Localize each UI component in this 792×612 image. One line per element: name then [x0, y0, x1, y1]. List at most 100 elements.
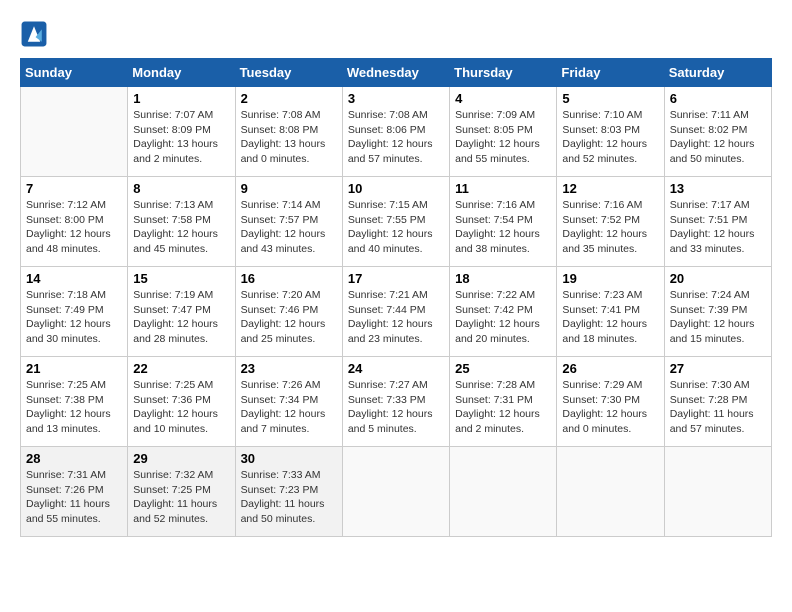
- day-number: 9: [241, 181, 337, 196]
- day-number: 21: [26, 361, 122, 376]
- calendar-cell: [342, 447, 449, 537]
- calendar-cell: 21 Sunrise: 7:25 AM Sunset: 7:38 PM Dayli…: [21, 357, 128, 447]
- day-number: 17: [348, 271, 444, 286]
- day-number: 20: [670, 271, 766, 286]
- day-info: Sunrise: 7:32 AM Sunset: 7:25 PM Dayligh…: [133, 468, 229, 527]
- calendar-cell: 13Sunrise: 7:17 AM Sunset: 7:51 PM Dayli…: [664, 177, 771, 267]
- logo-icon: [20, 20, 48, 48]
- day-info: Sunrise: 7:14 AM Sunset: 7:57 PM Dayligh…: [241, 198, 337, 257]
- calendar-cell: 14 Sunrise: 7:18 AM Sunset: 7:49 PM Dayli…: [21, 267, 128, 357]
- calendar-cell: [450, 447, 557, 537]
- day-number: 28: [26, 451, 122, 466]
- day-number: 1: [133, 91, 229, 106]
- calendar-cell: 8Sunrise: 7:13 AM Sunset: 7:58 PM Daylig…: [128, 177, 235, 267]
- calendar-week-row: 7 Sunrise: 7:12 AM Sunset: 8:00 PM Daylig…: [21, 177, 772, 267]
- day-info: Sunrise: 7:17 AM Sunset: 7:51 PM Dayligh…: [670, 198, 766, 257]
- day-number: 4: [455, 91, 551, 106]
- day-info: Sunrise: 7:20 AM Sunset: 7:46 PM Dayligh…: [241, 288, 337, 347]
- calendar-cell: 16Sunrise: 7:20 AM Sunset: 7:46 PM Dayli…: [235, 267, 342, 357]
- day-info: Sunrise: 7:08 AM Sunset: 8:08 PM Dayligh…: [241, 108, 337, 167]
- day-info: Sunrise: 7:21 AM Sunset: 7:44 PM Dayligh…: [348, 288, 444, 347]
- day-number: 15: [133, 271, 229, 286]
- day-number: 25: [455, 361, 551, 376]
- day-number: 26: [562, 361, 658, 376]
- day-number: 23: [241, 361, 337, 376]
- calendar-header-wednesday: Wednesday: [342, 59, 449, 87]
- day-number: 11: [455, 181, 551, 196]
- day-info: Sunrise: 7:23 AM Sunset: 7:41 PM Dayligh…: [562, 288, 658, 347]
- day-number: 19: [562, 271, 658, 286]
- calendar-cell: 6 Sunrise: 7:11 AM Sunset: 8:02 PM Daylig…: [664, 87, 771, 177]
- day-info: Sunrise: 7:33 AM Sunset: 7:23 PM Dayligh…: [241, 468, 337, 527]
- day-info: Sunrise: 7:16 AM Sunset: 7:52 PM Dayligh…: [562, 198, 658, 257]
- day-info: Sunrise: 7:25 AM Sunset: 7:38 PM Dayligh…: [26, 378, 122, 437]
- calendar-cell: 22 Sunrise: 7:25 AM Sunset: 7:36 PM Dayli…: [128, 357, 235, 447]
- day-info: Sunrise: 7:13 AM Sunset: 7:58 PM Dayligh…: [133, 198, 229, 257]
- day-number: 2: [241, 91, 337, 106]
- calendar-header-thursday: Thursday: [450, 59, 557, 87]
- day-info: Sunrise: 7:15 AM Sunset: 7:55 PM Dayligh…: [348, 198, 444, 257]
- calendar-cell: 20 Sunrise: 7:24 AM Sunset: 7:39 PM Dayli…: [664, 267, 771, 357]
- day-number: 24: [348, 361, 444, 376]
- calendar-cell: 19 Sunrise: 7:23 AM Sunset: 7:41 PM Dayli…: [557, 267, 664, 357]
- calendar-header-row: SundayMondayTuesdayWednesdayThursdayFrid…: [21, 59, 772, 87]
- day-info: Sunrise: 7:16 AM Sunset: 7:54 PM Dayligh…: [455, 198, 551, 257]
- day-number: 22: [133, 361, 229, 376]
- calendar-cell: 28 Sunrise: 7:31 AM Sunset: 7:26 PM Dayli…: [21, 447, 128, 537]
- day-number: 12: [562, 181, 658, 196]
- calendar-cell: [664, 447, 771, 537]
- calendar-header-sunday: Sunday: [21, 59, 128, 87]
- calendar-week-row: 1 Sunrise: 7:07 AM Sunset: 8:09 PM Daylig…: [21, 87, 772, 177]
- day-info: Sunrise: 7:08 AM Sunset: 8:06 PM Dayligh…: [348, 108, 444, 167]
- logo: [20, 20, 52, 48]
- calendar-cell: [21, 87, 128, 177]
- day-info: Sunrise: 7:19 AM Sunset: 7:47 PM Dayligh…: [133, 288, 229, 347]
- calendar-header-monday: Monday: [128, 59, 235, 87]
- calendar-cell: 12 Sunrise: 7:16 AM Sunset: 7:52 PM Dayli…: [557, 177, 664, 267]
- day-info: Sunrise: 7:31 AM Sunset: 7:26 PM Dayligh…: [26, 468, 122, 527]
- calendar-week-row: 21 Sunrise: 7:25 AM Sunset: 7:38 PM Dayli…: [21, 357, 772, 447]
- calendar-cell: 3 Sunrise: 7:08 AM Sunset: 8:06 PM Daylig…: [342, 87, 449, 177]
- calendar-cell: 7 Sunrise: 7:12 AM Sunset: 8:00 PM Daylig…: [21, 177, 128, 267]
- calendar-cell: 27 Sunrise: 7:30 AM Sunset: 7:28 PM Dayli…: [664, 357, 771, 447]
- day-number: 14: [26, 271, 122, 286]
- calendar-week-row: 14 Sunrise: 7:18 AM Sunset: 7:49 PM Dayli…: [21, 267, 772, 357]
- calendar-header-saturday: Saturday: [664, 59, 771, 87]
- day-number: 29: [133, 451, 229, 466]
- calendar-week-row: 28 Sunrise: 7:31 AM Sunset: 7:26 PM Dayli…: [21, 447, 772, 537]
- day-info: Sunrise: 7:28 AM Sunset: 7:31 PM Dayligh…: [455, 378, 551, 437]
- day-info: Sunrise: 7:11 AM Sunset: 8:02 PM Dayligh…: [670, 108, 766, 167]
- calendar-cell: 29 Sunrise: 7:32 AM Sunset: 7:25 PM Dayli…: [128, 447, 235, 537]
- day-info: Sunrise: 7:24 AM Sunset: 7:39 PM Dayligh…: [670, 288, 766, 347]
- day-info: Sunrise: 7:26 AM Sunset: 7:34 PM Dayligh…: [241, 378, 337, 437]
- calendar-header-friday: Friday: [557, 59, 664, 87]
- day-info: Sunrise: 7:25 AM Sunset: 7:36 PM Dayligh…: [133, 378, 229, 437]
- calendar-cell: 15 Sunrise: 7:19 AM Sunset: 7:47 PM Dayli…: [128, 267, 235, 357]
- calendar-cell: 17 Sunrise: 7:21 AM Sunset: 7:44 PM Dayli…: [342, 267, 449, 357]
- calendar-cell: 10 Sunrise: 7:15 AM Sunset: 7:55 PM Dayli…: [342, 177, 449, 267]
- calendar-cell: 5 Sunrise: 7:10 AM Sunset: 8:03 PM Daylig…: [557, 87, 664, 177]
- day-number: 6: [670, 91, 766, 106]
- calendar-cell: 2 Sunrise: 7:08 AM Sunset: 8:08 PM Daylig…: [235, 87, 342, 177]
- calendar-cell: 30Sunrise: 7:33 AM Sunset: 7:23 PM Dayli…: [235, 447, 342, 537]
- day-info: Sunrise: 7:09 AM Sunset: 8:05 PM Dayligh…: [455, 108, 551, 167]
- day-info: Sunrise: 7:12 AM Sunset: 8:00 PM Dayligh…: [26, 198, 122, 257]
- calendar-cell: 11 Sunrise: 7:16 AM Sunset: 7:54 PM Dayli…: [450, 177, 557, 267]
- day-info: Sunrise: 7:18 AM Sunset: 7:49 PM Dayligh…: [26, 288, 122, 347]
- calendar-cell: 18Sunrise: 7:22 AM Sunset: 7:42 PM Dayli…: [450, 267, 557, 357]
- calendar-cell: 26 Sunrise: 7:29 AM Sunset: 7:30 PM Dayli…: [557, 357, 664, 447]
- day-number: 7: [26, 181, 122, 196]
- day-number: 5: [562, 91, 658, 106]
- day-info: Sunrise: 7:07 AM Sunset: 8:09 PM Dayligh…: [133, 108, 229, 167]
- day-info: Sunrise: 7:27 AM Sunset: 7:33 PM Dayligh…: [348, 378, 444, 437]
- day-number: 18: [455, 271, 551, 286]
- day-number: 3: [348, 91, 444, 106]
- day-info: Sunrise: 7:29 AM Sunset: 7:30 PM Dayligh…: [562, 378, 658, 437]
- calendar-cell: 9 Sunrise: 7:14 AM Sunset: 7:57 PM Daylig…: [235, 177, 342, 267]
- day-info: Sunrise: 7:30 AM Sunset: 7:28 PM Dayligh…: [670, 378, 766, 437]
- day-number: 27: [670, 361, 766, 376]
- day-number: 10: [348, 181, 444, 196]
- calendar-cell: [557, 447, 664, 537]
- day-info: Sunrise: 7:10 AM Sunset: 8:03 PM Dayligh…: [562, 108, 658, 167]
- calendar-cell: 4 Sunrise: 7:09 AM Sunset: 8:05 PM Daylig…: [450, 87, 557, 177]
